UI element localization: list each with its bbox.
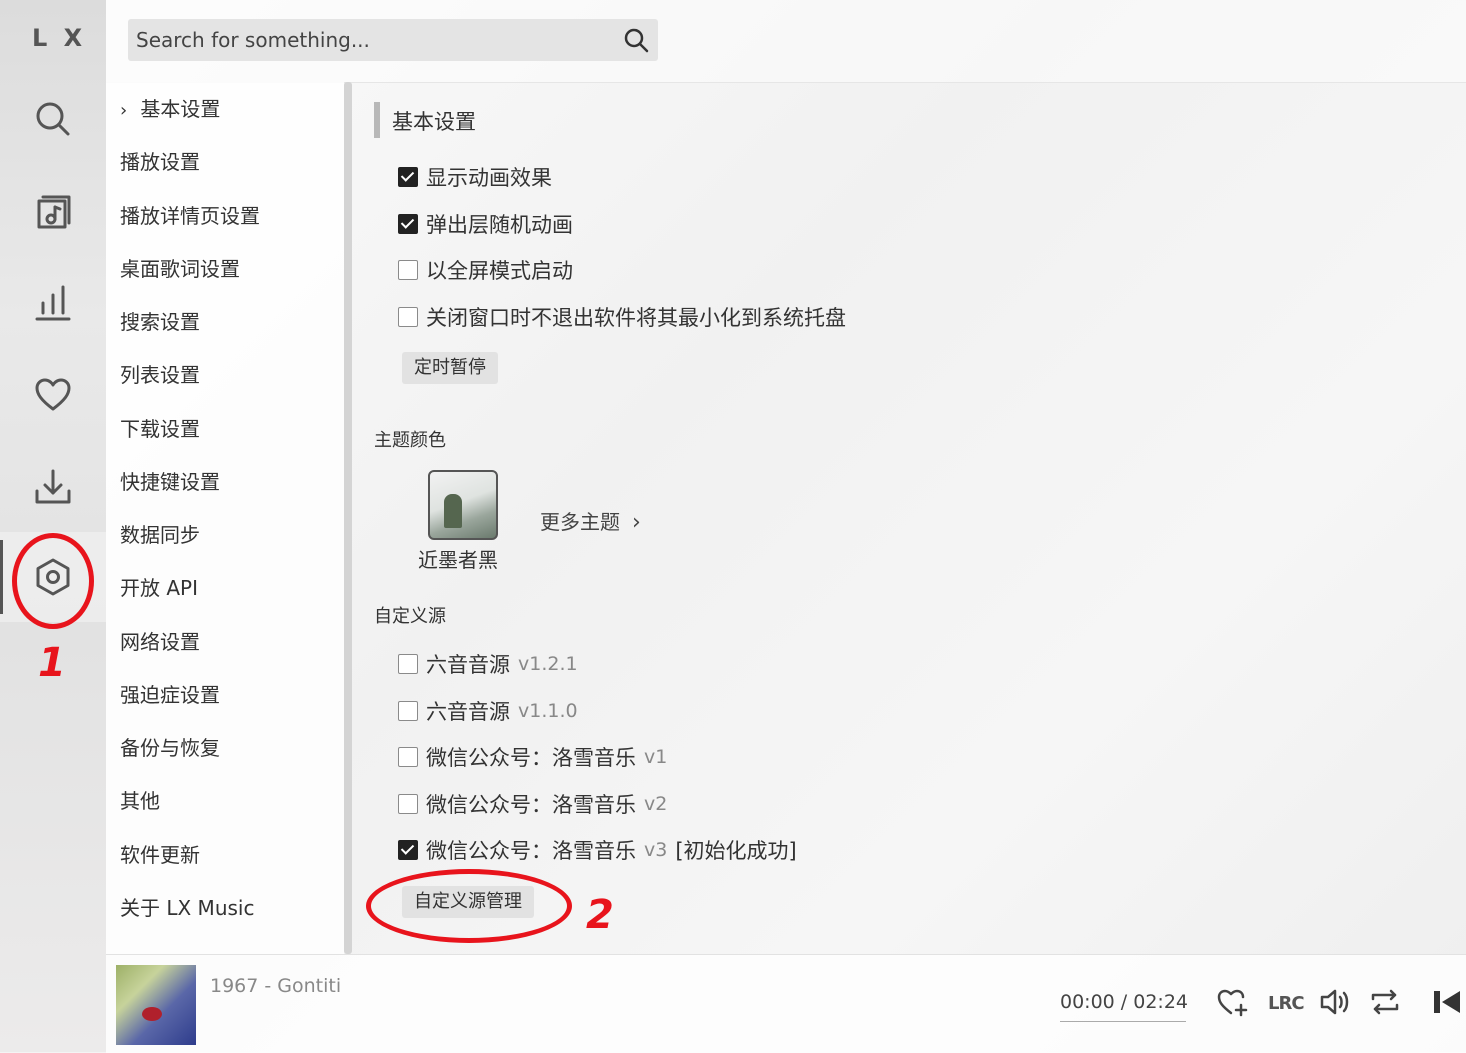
song-title: 1967 - Gontiti — [210, 975, 342, 997]
repeat-icon — [1371, 989, 1399, 1015]
album-cover[interactable] — [116, 965, 196, 1045]
custom-source-label: 自定义源 — [374, 606, 446, 627]
search-nav-button[interactable] — [0, 74, 106, 164]
option-fullscreen-start[interactable]: 以全屏模式启动 — [398, 255, 573, 285]
favorites-nav-button[interactable] — [0, 350, 106, 440]
settings-nav-item-play-detail[interactable]: 播放详情页设置 — [120, 196, 260, 236]
annotation-number-1: 1 — [38, 640, 66, 686]
chart-bars-icon — [35, 285, 71, 321]
volume-button[interactable] — [1318, 985, 1352, 1019]
play-time: 00:00 / 02:24 — [1060, 991, 1188, 1013]
music-list-icon — [37, 195, 71, 229]
chevron-right-icon: › — [120, 100, 128, 121]
checkbox[interactable] — [398, 794, 418, 814]
checkbox[interactable] — [398, 260, 418, 280]
repeat-mode-button[interactable] — [1368, 985, 1402, 1019]
settings-nav-item-download[interactable]: 下载设置 — [120, 409, 200, 449]
download-icon — [35, 469, 71, 504]
heart-icon — [35, 378, 71, 411]
checkbox[interactable] — [398, 747, 418, 767]
settings-nav-item-other[interactable]: 其他 — [120, 781, 160, 821]
checkbox[interactable] — [398, 840, 418, 860]
checkbox[interactable] — [398, 701, 418, 721]
leaderboard-nav-button[interactable] — [0, 258, 106, 348]
search-icon — [624, 28, 649, 53]
settings-nav-item-backup[interactable]: 备份与恢复 — [120, 728, 220, 768]
checkbox[interactable] — [398, 167, 418, 187]
settings-nav: › 基本设置 播放设置 播放详情页设置 桌面歌词设置 搜索设置 列表设置 下载设… — [106, 82, 344, 954]
previous-track-button[interactable] — [1430, 985, 1464, 1019]
theme-name: 近墨者黑 — [418, 548, 498, 572]
settings-nav-item-basic[interactable]: › 基本设置 — [120, 89, 220, 129]
source-item[interactable]: 微信公众号：洛雪音乐 v1 — [398, 742, 667, 772]
checkbox[interactable] — [398, 307, 418, 327]
search-submit-button[interactable] — [614, 27, 658, 53]
cover-art-detail — [142, 1007, 162, 1021]
theme-color-label: 主题颜色 — [374, 430, 446, 451]
side-rail: L X — [0, 0, 106, 1052]
source-item[interactable]: 微信公众号：洛雪音乐 v2 — [398, 789, 667, 819]
search-icon — [36, 102, 70, 136]
player-bar: 1967 - Gontiti 00:00 / 02:24 LRC — [106, 954, 1466, 1053]
option-animation[interactable]: 显示动画效果 — [398, 162, 552, 192]
main-area: › 基本设置 播放设置 播放详情页设置 桌面歌词设置 搜索设置 列表设置 下载设… — [106, 0, 1466, 1053]
settings-nav-item-search[interactable]: 搜索设置 — [120, 302, 200, 342]
timer-pause-button[interactable]: 定时暂停 — [402, 352, 498, 384]
settings-nav-item-desktop-lyric[interactable]: 桌面歌词设置 — [120, 249, 240, 289]
settings-nav-item-open-api[interactable]: 开放 API — [120, 568, 198, 608]
checkbox[interactable] — [398, 214, 418, 234]
search-box[interactable] — [128, 19, 658, 61]
annotation-ellipse-2 — [366, 869, 572, 943]
more-themes-link[interactable]: 更多主题 › — [540, 506, 641, 535]
annotation-circle-1 — [12, 533, 94, 629]
settings-nav-item-hotkey[interactable]: 快捷键设置 — [120, 462, 220, 502]
settings-nav-item-sync[interactable]: 数据同步 — [120, 515, 200, 555]
heart-plus-icon — [1217, 989, 1248, 1017]
lyric-toggle-button[interactable]: LRC — [1268, 993, 1305, 1014]
progress-track[interactable] — [1060, 1021, 1186, 1022]
theme-preview-figure — [444, 494, 462, 528]
option-minimize-to-tray[interactable]: 关闭窗口时不退出软件将其最小化到系统托盘 — [398, 302, 846, 332]
source-item[interactable]: 微信公众号：洛雪音乐 v3 [初始化成功] — [398, 835, 797, 865]
top-bar — [106, 0, 1466, 83]
source-status: [初始化成功] — [675, 839, 797, 863]
app-logo: L X — [32, 24, 87, 52]
download-nav-button[interactable] — [0, 442, 106, 532]
settings-nav-scrollbar[interactable] — [344, 82, 352, 954]
settings-nav-item-update[interactable]: 软件更新 — [120, 835, 200, 875]
source-item[interactable]: 六音音源 v1.1.0 — [398, 696, 578, 726]
settings-content: 基本设置 显示动画效果 弹出层随机动画 以全屏模式启动 关闭窗口时不退出软件将其… — [352, 82, 1466, 954]
settings-nav-item-network[interactable]: 网络设置 — [120, 622, 200, 662]
source-item[interactable]: 六音音源 v1.2.1 — [398, 649, 578, 679]
settings-nav-item-list[interactable]: 列表设置 — [120, 355, 200, 395]
settings-nav-item-play[interactable]: 播放设置 — [120, 142, 200, 182]
skip-previous-icon — [1434, 991, 1460, 1013]
annotation-number-2: 2 — [586, 892, 614, 938]
volume-icon — [1320, 989, 1349, 1015]
settings-nav-item-about[interactable]: 关于 LX Music — [120, 888, 254, 928]
settings-nav-item-ocd[interactable]: 强迫症设置 — [120, 675, 220, 715]
search-input[interactable] — [128, 27, 614, 53]
section-title: 基本设置 — [374, 102, 476, 138]
chevron-right-icon: › — [632, 510, 641, 535]
songlist-nav-button[interactable] — [0, 166, 106, 256]
option-popup-random-animation[interactable]: 弹出层随机动画 — [398, 209, 573, 239]
theme-card-current[interactable] — [428, 470, 498, 540]
add-to-favorites-button[interactable] — [1216, 985, 1250, 1019]
checkbox[interactable] — [398, 654, 418, 674]
